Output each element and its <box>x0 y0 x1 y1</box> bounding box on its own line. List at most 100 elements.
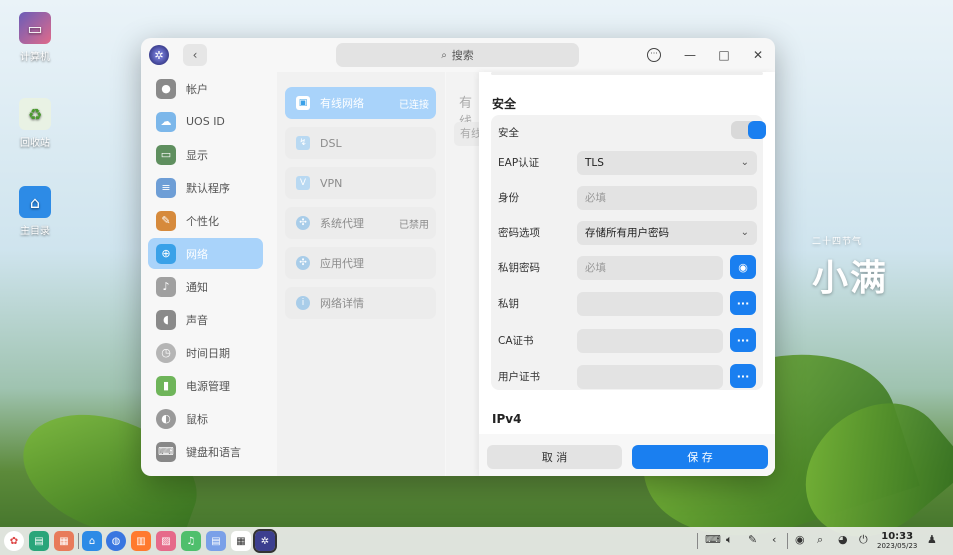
sidebar-item-uos-id[interactable]: ☁ UOS ID <box>148 106 263 137</box>
sidebar-item-label: 帐户 <box>186 82 208 96</box>
panel-scroll-edge <box>491 72 763 75</box>
search-icon[interactable]: ⌕ <box>817 533 823 547</box>
password-option-select[interactable]: 存储所有用户密码 ⌄ <box>577 220 757 245</box>
menu-button[interactable]: ··· <box>643 45 665 65</box>
wired-network-icon: ▣ <box>296 96 310 110</box>
desktop-icon-computer[interactable]: ▭ 计算机 <box>0 12 70 63</box>
solar-term-caption: 二十四节气 <box>812 237 863 247</box>
music-icon[interactable]: ♫ <box>181 531 201 551</box>
sidebar-item-personalization[interactable]: ✎ 个性化 <box>148 205 263 236</box>
desktop-icon-trash[interactable]: ♻ 回收站 <box>0 98 70 149</box>
sidebar-item-keyboard[interactable]: ⌨ 键盘和语言 <box>148 436 263 467</box>
chevron-left-icon[interactable]: ‹ <box>772 533 776 546</box>
eap-row: EAP认证 TLS ⌄ <box>491 145 763 180</box>
sidebar-item-label: 网络 <box>186 247 208 261</box>
keyboard-tray-icon[interactable]: ⌨ <box>705 533 721 546</box>
security-toggle-label: 安全 <box>498 127 519 139</box>
sidebar-item-datetime[interactable]: ◷ 时间日期 <box>148 337 263 368</box>
connection-edit-panel: 安全 安全 EAP认证 TLS ⌄ 身份 必填 密码选项 存储所有用户密码 ⌄ <box>479 72 775 476</box>
user-cert-input[interactable] <box>577 364 723 389</box>
more-icon: ··· <box>736 333 750 347</box>
sidebar-item-mouse[interactable]: ◐ 鼠标 <box>148 403 263 434</box>
network-item-vpn[interactable]: V VPN <box>285 167 436 199</box>
search-input[interactable]: ⌕ 搜索 <box>336 43 579 67</box>
image-viewer-icon[interactable]: ▨ <box>156 531 176 551</box>
network-item-dsl[interactable]: ↯ DSL <box>285 127 436 159</box>
password-option-row: 密码选项 存储所有用户密码 ⌄ <box>491 215 763 250</box>
user-cert-browse-button[interactable]: ··· <box>730 364 756 388</box>
control-center-icon[interactable]: ✲ <box>253 529 277 553</box>
menu-icon: ··· <box>647 48 661 62</box>
security-toggle[interactable] <box>731 121 766 139</box>
desktop-icon-label: 回收站 <box>20 138 50 149</box>
search-placeholder: 搜索 <box>451 49 474 62</box>
sidebar-item-sound[interactable]: ◖ 声音 <box>148 304 263 335</box>
desktop-icon-home[interactable]: ⌂ 主目录 <box>0 186 70 237</box>
clock-date: 2023/05/23 <box>877 542 918 550</box>
close-button[interactable]: ✕ <box>747 45 769 65</box>
power-button-icon[interactable]: ⏻ <box>859 533 868 547</box>
sidebar: ● 帐户 ☁ UOS ID ▭ 显示 ≡ 默认程序 ✎ 个性化 ⊕ 网络 ♪ 通… <box>141 72 272 476</box>
sidebar-item-power[interactable]: ▮ 电源管理 <box>148 370 263 401</box>
personalization-icon: ✎ <box>156 210 176 231</box>
network-item-app-proxy[interactable]: ✣ 应用代理 <box>285 247 436 279</box>
show-desktop-icon[interactable]: ▦ <box>54 531 74 551</box>
identity-input[interactable]: 必填 <box>577 185 757 210</box>
network-item-details[interactable]: i 网络详情 <box>285 287 436 319</box>
private-key-password-input[interactable]: 必填 <box>577 255 723 280</box>
power-icon: ▮ <box>156 375 176 396</box>
security-section-title: 安全 <box>492 97 517 111</box>
notification-bell-icon[interactable]: ♟ <box>927 533 937 546</box>
network-menu: ▣ 有线网络 已连接 ↯ DSL V VPN ✣ 系统代理 已禁用 ✣ 应用代理… <box>277 72 445 476</box>
sidebar-item-default-apps[interactable]: ≡ 默认程序 <box>148 172 263 203</box>
ca-cert-input[interactable] <box>577 328 723 353</box>
eap-select[interactable]: TLS ⌄ <box>577 150 757 175</box>
wired-column-item[interactable]: 有线 <box>454 122 481 146</box>
sidebar-item-notification[interactable]: ♪ 通知 <box>148 271 263 302</box>
volume-icon[interactable]: 🔈︎ <box>726 533 733 547</box>
file-manager-icon[interactable]: ⌂ <box>82 531 102 551</box>
keyboard-icon: ⌨ <box>156 441 176 462</box>
taskbar-divider <box>78 533 79 549</box>
pen-icon[interactable]: ✎ <box>748 533 757 546</box>
back-button[interactable]: ‹ <box>183 44 207 66</box>
browser-icon[interactable]: ◍ <box>106 531 126 551</box>
clock[interactable]: 10:33 2023/05/23 <box>877 531 917 550</box>
home-folder-icon: ⌂ <box>19 186 51 218</box>
app-store-icon[interactable]: ▥ <box>131 531 151 551</box>
launcher-icon[interactable]: ✿ <box>4 531 24 551</box>
calendar-icon[interactable]: ▦ <box>231 531 251 551</box>
titlebar: ✲ ‹ ⌕ 搜索 ··· — □ ✕ <box>141 38 775 72</box>
security-group: 安全 EAP认证 TLS ⌄ 身份 必填 密码选项 存储所有用户密码 ⌄ 私钥密… <box>491 115 766 390</box>
network-item-wired[interactable]: ▣ 有线网络 已连接 <box>285 87 436 119</box>
private-key-input[interactable] <box>577 291 723 316</box>
sidebar-item-display[interactable]: ▭ 显示 <box>148 139 263 170</box>
multitask-view-icon[interactable]: ▤ <box>29 531 49 551</box>
sidebar-item-label: 时间日期 <box>186 346 230 360</box>
assistant-icon[interactable]: ◉ <box>795 533 805 546</box>
ca-cert-browse-button[interactable]: ··· <box>730 328 756 352</box>
network-item-label: 有线网络 <box>320 97 364 110</box>
private-key-browse-button[interactable]: ··· <box>730 291 756 315</box>
identity-row: 身份 必填 <box>491 180 763 215</box>
save-button[interactable]: 保 存 <box>632 445 768 469</box>
cancel-button[interactable]: 取 消 <box>487 445 622 469</box>
network-item-label: 网络详情 <box>320 297 364 310</box>
network-status-icon[interactable]: ◕ <box>838 533 848 546</box>
taskbar: ✿ ▤ ▦ ⌂ ◍ ▥ ▨ ♫ ▤ ▦ ✲ ⌨ 🔈︎ ✎ ‹ ◉ ⌕ ◕ ⏻ 1… <box>0 527 953 555</box>
network-item-system-proxy[interactable]: ✣ 系统代理 已禁用 <box>285 207 436 239</box>
minimize-button[interactable]: — <box>679 45 701 65</box>
maximize-button[interactable]: □ <box>713 45 735 65</box>
sidebar-item-account[interactable]: ● 帐户 <box>148 73 263 104</box>
default-apps-icon: ≡ <box>156 177 176 198</box>
network-item-label: 系统代理 <box>320 217 364 230</box>
solar-term-title: 小满 <box>812 257 889 299</box>
private-key-password-placeholder: 必填 <box>585 262 606 274</box>
sidebar-item-network[interactable]: ⊕ 网络 <box>148 238 263 269</box>
sidebar-item-label: 鼠标 <box>186 412 208 426</box>
document-viewer-icon[interactable]: ▤ <box>206 531 226 551</box>
password-option-label: 密码选项 <box>498 227 540 239</box>
more-icon: ··· <box>736 296 750 310</box>
network-item-label: 应用代理 <box>320 257 364 270</box>
show-password-button[interactable]: ◉ <box>730 255 756 279</box>
